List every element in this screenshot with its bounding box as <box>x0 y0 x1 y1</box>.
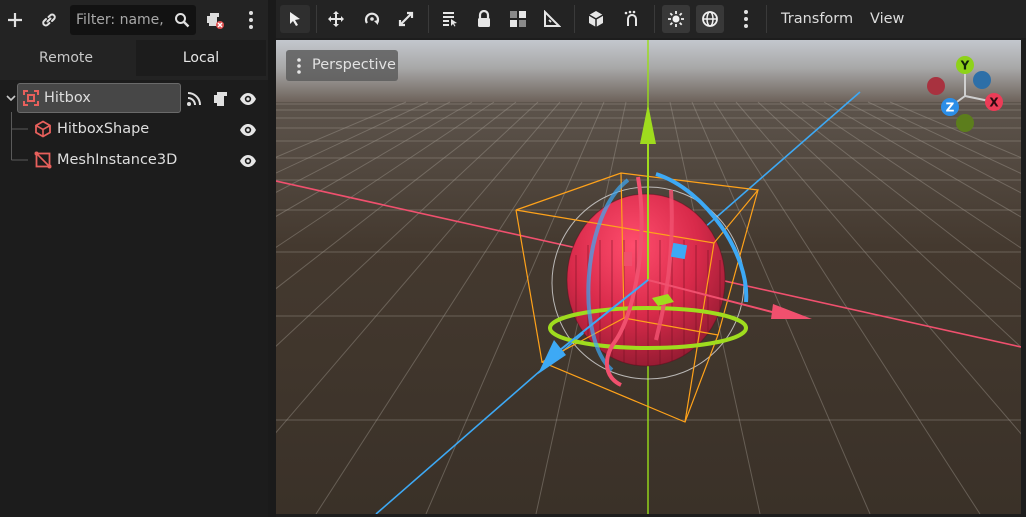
lock-icon <box>478 10 490 27</box>
visibility-eye-icon[interactable] <box>239 121 257 139</box>
ruler-icon <box>544 10 561 27</box>
dock-splitter[interactable] <box>268 0 276 517</box>
snap-magnet-icon <box>624 10 637 26</box>
scene-dock: Remote Local Hitbox <box>0 0 268 517</box>
toolbar-separator <box>428 5 429 33</box>
select-mode-button[interactable] <box>280 5 310 33</box>
local-space-button[interactable] <box>582 5 610 33</box>
toolbar-separator <box>654 5 655 33</box>
scene-tabs: Remote Local <box>0 40 268 76</box>
group-icon <box>510 11 526 27</box>
snap-button[interactable] <box>618 5 646 33</box>
move-mode-button[interactable] <box>322 5 350 33</box>
tree-item-meshinstance3d[interactable]: MeshInstance3D <box>0 145 268 176</box>
scene-tree: Hitbox HitboxShape MeshInstance3D <box>0 80 268 517</box>
selection-highlight <box>17 83 181 113</box>
lock-button[interactable] <box>470 5 498 33</box>
preview-environment-button[interactable] <box>696 5 724 33</box>
script-remove-icon <box>207 13 224 29</box>
node-name-hitboxshape: HitboxShape <box>57 121 150 137</box>
add-node-button[interactable] <box>4 9 26 31</box>
tree-item-hitbox[interactable]: Hitbox <box>0 83 268 114</box>
list-select-icon <box>443 12 457 27</box>
axis-label-x: X <box>989 96 999 110</box>
kebab-menu-icon <box>744 10 748 28</box>
visibility-eye-icon[interactable] <box>239 152 257 170</box>
toolbar-separator <box>766 5 767 33</box>
viewport-toolbar: Transform View <box>276 0 1026 38</box>
scene-dock-menu-button[interactable] <box>240 9 262 31</box>
list-selection-button[interactable] <box>436 5 464 33</box>
tab-local[interactable]: Local <box>136 40 266 76</box>
mesh-instance-icon <box>34 151 52 169</box>
kebab-menu-icon <box>297 58 301 74</box>
instantiate-scene-button[interactable] <box>38 9 60 31</box>
tree-item-hitboxshape[interactable]: HitboxShape <box>0 114 268 145</box>
rotate-icon <box>364 12 380 25</box>
perspective-menu-button[interactable]: Perspective <box>286 50 398 81</box>
attach-script-button[interactable] <box>204 9 226 31</box>
area3d-icon <box>23 90 39 106</box>
tab-remote[interactable]: Remote <box>0 40 132 76</box>
plus-icon <box>8 13 22 27</box>
sun-icon <box>668 11 684 27</box>
axis-handle-neg-x[interactable] <box>927 77 945 95</box>
filter-box <box>70 5 196 35</box>
preview-sun-button[interactable] <box>662 5 690 33</box>
scale-mode-button[interactable] <box>392 5 420 33</box>
toolbar-separator <box>316 5 317 33</box>
globe-icon <box>702 11 718 27</box>
move-icon <box>328 11 344 27</box>
axis-label-z: Z <box>946 101 955 115</box>
3d-viewport[interactable]: Y X Z Perspective <box>276 40 1021 514</box>
preview-options-button[interactable] <box>732 5 760 33</box>
axis-handle-neg-y[interactable] <box>956 114 974 132</box>
kebab-menu-icon <box>249 11 253 29</box>
axis-label-y: Y <box>960 59 970 73</box>
group-button[interactable] <box>504 5 532 33</box>
search-icon <box>175 13 190 28</box>
signal-icon[interactable] <box>186 91 202 107</box>
visibility-eye-icon[interactable] <box>239 90 257 108</box>
cube-icon <box>588 11 604 27</box>
node-name-hitbox: Hitbox <box>44 90 91 106</box>
rotate-mode-button[interactable] <box>358 5 386 33</box>
toolbar-separator <box>574 5 575 33</box>
view-menu[interactable]: View <box>870 0 904 38</box>
script-icon[interactable] <box>212 90 230 108</box>
viewport-scene: Y X Z <box>276 40 1021 514</box>
node-name-meshinstance3d: MeshInstance3D <box>57 152 178 168</box>
select-cursor-icon <box>290 12 300 26</box>
ruler-button[interactable] <box>538 5 566 33</box>
scale-icon <box>398 11 414 27</box>
filter-nodes-input[interactable] <box>76 5 170 35</box>
scene-dock-toolbar <box>0 0 268 40</box>
perspective-label: Perspective <box>312 57 396 73</box>
collision-shape-icon <box>35 120 51 138</box>
axis-handle-neg-z[interactable] <box>973 71 991 89</box>
transform-menu[interactable]: Transform <box>781 0 853 38</box>
link-icon <box>42 13 56 27</box>
chevron-down-icon[interactable] <box>6 95 16 103</box>
